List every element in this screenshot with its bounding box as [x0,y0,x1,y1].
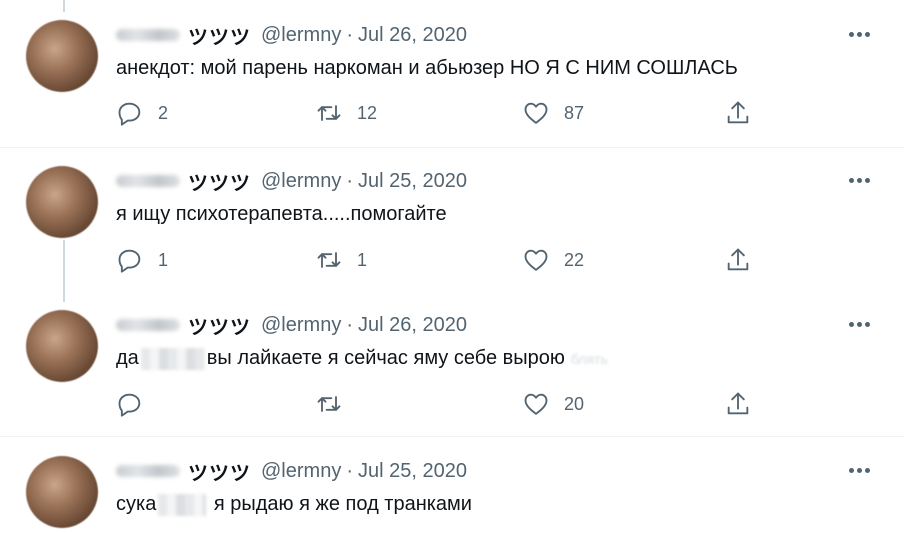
tweet-actions: 20 [116,389,766,419]
avatar[interactable] [26,166,98,238]
display-name[interactable]: ツツツ [188,21,251,50]
timestamp[interactable]: Jul 26, 2020 [358,314,467,337]
avatar[interactable] [26,20,98,92]
tweet[interactable]: ツツツ @lermny · Jul 25, 2020 я ищу психоте… [0,148,904,293]
reply-count: 1 [158,249,169,270]
separator: · [346,459,353,482]
retweet-button[interactable] [315,389,357,419]
blurred-display-name [116,29,180,41]
handle[interactable]: @lermny [261,314,341,337]
like-count: 22 [564,249,585,270]
more-icon[interactable] [844,168,874,192]
tweet-header: ツツツ @lermny · Jul 25, 2020 [116,457,467,486]
tweet[interactable]: ツツツ @lermny · Jul 26, 2020 анекдот: мой … [0,0,904,147]
tweet-text: анекдот: мой парень наркоман и абьюзер Н… [116,57,738,79]
more-icon[interactable] [844,458,874,482]
like-button[interactable]: 22 [522,245,584,275]
reply-button[interactable]: 1 [116,245,168,275]
reply-button[interactable]: 2 [116,98,168,128]
like-icon [524,393,548,415]
blurred-display-name [116,319,180,331]
reply-count: 2 [158,102,169,123]
reply-icon [118,102,141,126]
censored-word [158,493,207,516]
tweet-text: я ищу психотерапевта.....помогайте [116,203,447,225]
more-icon[interactable] [844,312,874,336]
tweet[interactable]: ツツツ @lermny · Jul 26, 2020 да вы лайкаете… [0,293,904,436]
avatar[interactable] [26,456,98,528]
share-button[interactable] [724,98,752,128]
retweet-icon [317,396,341,412]
timestamp[interactable]: Jul 25, 2020 [358,460,467,483]
separator: · [346,23,353,46]
timestamp[interactable]: Jul 26, 2020 [358,24,467,47]
tweet-header: ツツツ @lermny · Jul 26, 2020 [116,21,467,50]
like-button[interactable]: 87 [522,98,584,128]
censored-word [140,347,205,370]
more-icon[interactable] [844,22,874,46]
share-button[interactable] [724,245,752,275]
retweet-count: 1 [357,249,368,270]
blurred-word: блять [570,351,608,367]
tweet-actions: 2 12 87 [116,98,766,128]
share-icon [727,248,749,271]
avatar[interactable] [26,310,98,382]
display-name[interactable]: ツツツ [188,457,251,486]
handle[interactable]: @lermny [261,170,341,193]
blurred-display-name [116,175,180,187]
timestamp[interactable]: Jul 25, 2020 [358,170,467,193]
reply-icon [118,393,141,417]
like-icon [524,249,548,271]
retweet-button[interactable]: 1 [315,245,367,275]
retweet-count: 12 [357,102,378,123]
tweet-text-start: сука [116,493,157,515]
reply-button[interactable] [116,389,158,419]
reply-icon [118,249,141,273]
tweet-header: ツツツ @lermny · Jul 26, 2020 [116,311,467,340]
tweet-text: сука я рыдаю я же под транками [116,492,472,516]
retweet-icon [317,105,341,121]
share-icon [727,392,749,415]
blurred-display-name [116,465,180,477]
tweet-actions: 1 1 22 [116,245,766,275]
like-count: 20 [564,393,585,414]
tweet-text-start: да [116,347,139,369]
tweet-text-end: вы лайкаете я сейчас яму себе вырою [206,347,565,369]
tweet[interactable]: ツツツ @lermny · Jul 25, 2020 сука я рыдаю … [0,437,904,533]
handle[interactable]: @lermny [261,24,341,47]
retweet-icon [317,252,341,268]
like-count: 87 [564,102,585,123]
tweet-text-end: я рыдаю я же под транками [213,493,472,515]
separator: · [346,169,353,192]
like-icon [524,102,548,124]
share-button[interactable] [724,389,752,419]
display-name[interactable]: ツツツ [188,167,251,196]
tweet-text: да вы лайкаете я сейчас яму себе вырою бля… [116,346,608,371]
like-button[interactable]: 20 [522,389,584,419]
handle[interactable]: @lermny [261,460,341,483]
display-name[interactable]: ツツツ [188,311,251,340]
tweet-header: ツツツ @lermny · Jul 25, 2020 [116,167,467,196]
retweet-button[interactable]: 12 [315,98,377,128]
share-icon [727,101,749,124]
separator: · [346,313,353,336]
